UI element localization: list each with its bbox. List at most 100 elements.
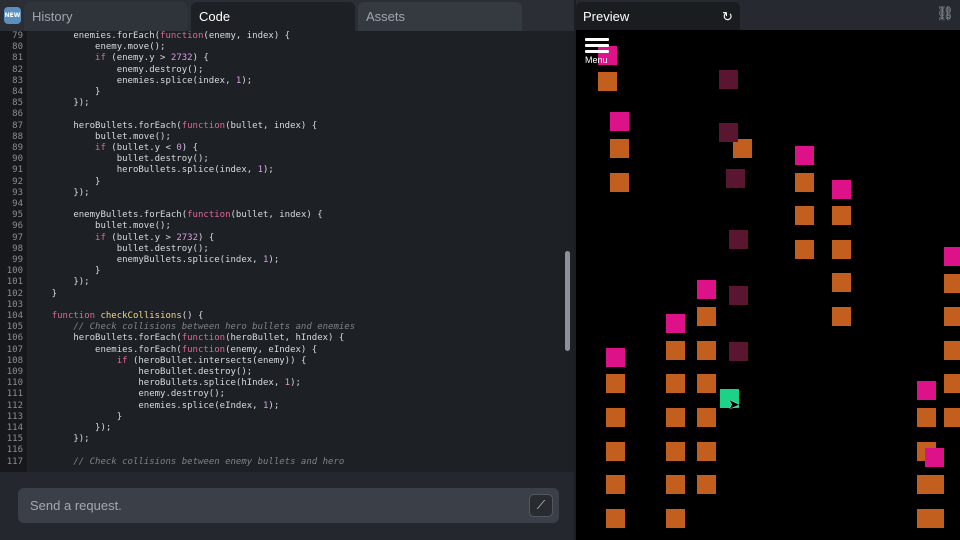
- orange-block: [666, 408, 685, 427]
- line-number: 98: [12, 243, 23, 254]
- preview-tab-label: Preview: [583, 9, 630, 24]
- magic-wand-icon[interactable]: ⟋: [529, 494, 553, 517]
- code-line[interactable]: // Check collisions between enemy bullet…: [30, 457, 344, 467]
- orange-block: [944, 374, 960, 393]
- code-line[interactable]: heroBullet.destroy();: [30, 367, 252, 377]
- line-number: 101: [6, 277, 23, 288]
- app-icon[interactable]: NEW: [4, 7, 21, 24]
- code-line[interactable]: if (bullet.y < 0) {: [30, 143, 198, 153]
- line-number: 80: [12, 42, 23, 53]
- line-number: 83: [12, 75, 23, 86]
- code-line[interactable]: enemies.forEach(function(enemy, eIndex) …: [30, 345, 317, 355]
- code-line[interactable]: });: [30, 277, 89, 287]
- orange-block: [925, 475, 944, 494]
- orange-block: [944, 274, 960, 293]
- refresh-icon[interactable]: ↻: [722, 9, 733, 25]
- preview-bar: Preview ↻ ⛓: [576, 0, 960, 30]
- pink-block: [606, 348, 625, 367]
- request-input[interactable]: Send a request. ⟋: [18, 488, 559, 523]
- code-line[interactable]: }: [30, 289, 57, 299]
- code-line[interactable]: enemies.forEach(function(enemy, index) {: [30, 31, 290, 41]
- game-canvas[interactable]: ➤ Menu: [576, 30, 960, 540]
- code-line[interactable]: }: [30, 87, 100, 97]
- code-line[interactable]: enemy.destroy();: [30, 65, 204, 75]
- code-line[interactable]: bullet.move();: [30, 221, 171, 231]
- code-line[interactable]: if (enemy.y > 2732) {: [30, 53, 209, 63]
- orange-block: [697, 442, 716, 461]
- code-line[interactable]: heroBullets.splice(hIndex, 1);: [30, 378, 301, 388]
- code-line[interactable]: heroBullets.forEach(function(heroBullet,…: [30, 333, 344, 343]
- line-number: 103: [6, 299, 23, 310]
- line-number: 110: [6, 378, 23, 389]
- orange-block: [944, 408, 960, 427]
- orange-block: [606, 374, 625, 393]
- code-line[interactable]: }: [30, 412, 122, 422]
- menu-button[interactable]: Menu: [585, 38, 609, 65]
- line-number: 93: [12, 187, 23, 198]
- code-line[interactable]: heroBullets.splice(index, 1);: [30, 165, 274, 175]
- code-editor[interactable]: 79 80 81 82 83 84 85 86 87 88 89 90 91 92 93 94 95 96 97 98…: [0, 31, 574, 472]
- line-number: 104: [6, 311, 23, 321]
- tab-assets[interactable]: Assets: [358, 2, 522, 31]
- code-line[interactable]: enemy.move();: [30, 42, 165, 52]
- code-line[interactable]: // Check collisions between hero bullets…: [30, 322, 355, 332]
- orange-block: [610, 139, 629, 158]
- line-number: 89: [12, 143, 23, 153]
- orange-block: [944, 341, 960, 360]
- tab-code[interactable]: Code: [191, 2, 355, 31]
- orange-block: [666, 475, 685, 494]
- code-line[interactable]: function checkCollisions() {: [30, 311, 204, 321]
- tab-history[interactable]: History: [24, 2, 188, 31]
- code-line[interactable]: });: [30, 423, 111, 433]
- line-number: 97: [12, 232, 23, 243]
- pink-block: [832, 180, 851, 199]
- line-number-gutter: 79 80 81 82 83 84 85 86 87 88 89 90 91 92 93 94 95 96 97 98…: [0, 31, 27, 472]
- line-number: 90: [12, 154, 23, 165]
- line-number: 82: [12, 64, 23, 75]
- code-line[interactable]: bullet.destroy();: [30, 244, 209, 254]
- line-number: 96: [12, 221, 23, 232]
- orange-block: [606, 442, 625, 461]
- code-line[interactable]: enemy.destroy();: [30, 389, 225, 399]
- maroon-block: [719, 70, 738, 89]
- line-number: 116: [6, 445, 23, 456]
- code-line[interactable]: enemyBullets.forEach(function(bullet, in…: [30, 210, 322, 220]
- orange-block: [606, 475, 625, 494]
- pink-block: [610, 112, 629, 131]
- code-line[interactable]: heroBullets.forEach(function(bullet, ind…: [30, 121, 317, 131]
- line-number: 105: [6, 322, 23, 333]
- code-line[interactable]: if (heroBullet.intersects(enemy)) {: [30, 356, 307, 366]
- code-line[interactable]: bullet.destroy();: [30, 154, 209, 164]
- editor-scrollbar[interactable]: [565, 251, 570, 351]
- tab-preview[interactable]: Preview ↻: [576, 2, 740, 30]
- orange-block: [697, 341, 716, 360]
- code-line[interactable]: bullet.move();: [30, 132, 171, 142]
- request-placeholder: Send a request.: [30, 498, 122, 513]
- code-line[interactable]: });: [30, 434, 89, 444]
- orange-block: [925, 509, 944, 528]
- maroon-block: [726, 169, 745, 188]
- line-number: 86: [12, 109, 23, 120]
- code-line[interactable]: }: [30, 266, 100, 276]
- pink-block: [925, 448, 944, 467]
- code-line[interactable]: });: [30, 188, 89, 198]
- line-number: 81: [12, 53, 23, 64]
- orange-block: [697, 475, 716, 494]
- tab-bar: NEW History Code Assets: [0, 0, 574, 31]
- code-line[interactable]: enemyBullets.splice(index, 1);: [30, 255, 280, 265]
- menu-label: Menu: [585, 55, 608, 65]
- code-line[interactable]: enemies.splice(eIndex, 1);: [30, 401, 279, 411]
- orange-block: [832, 240, 851, 259]
- line-number: 92: [12, 176, 23, 187]
- maroon-block: [729, 342, 748, 361]
- code-line[interactable]: });: [30, 98, 89, 108]
- orange-block: [666, 374, 685, 393]
- code-line[interactable]: if (bullet.y > 2732) {: [30, 233, 214, 243]
- code-line[interactable]: enemies.splice(index, 1);: [30, 76, 252, 86]
- line-number: 117: [6, 456, 23, 467]
- orange-block: [697, 374, 716, 393]
- link-icon[interactable]: ⛓: [936, 5, 954, 22]
- line-number: 106: [6, 333, 23, 344]
- orange-block: [795, 240, 814, 259]
- code-line[interactable]: }: [30, 177, 100, 187]
